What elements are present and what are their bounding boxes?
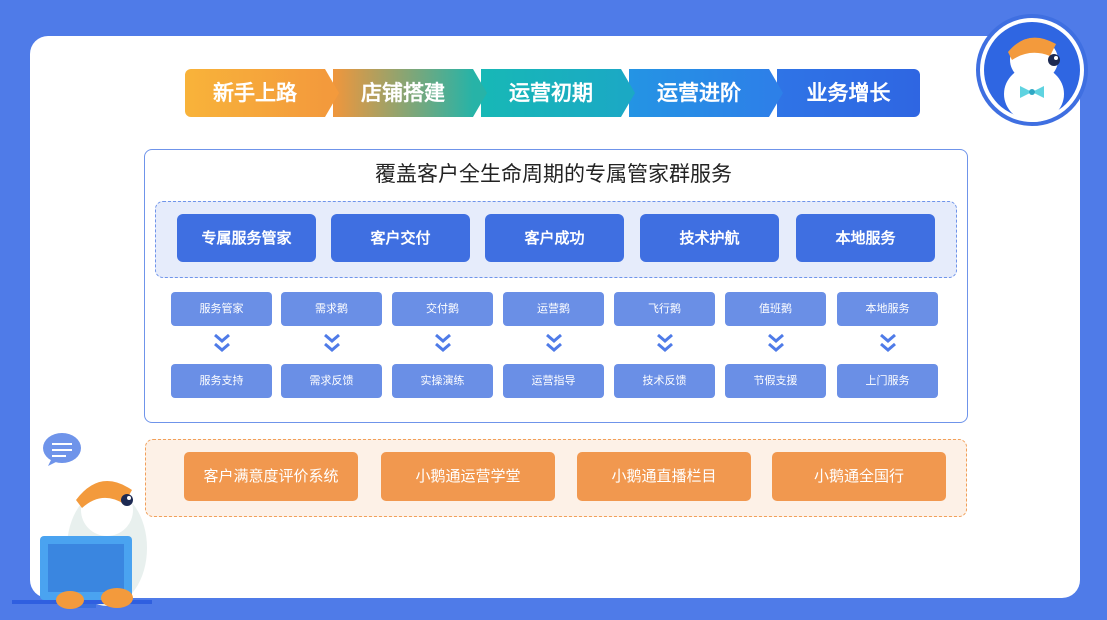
double-chevron-down-icon	[880, 333, 896, 352]
role-box: 交付鹅	[392, 292, 493, 326]
chevron-right-icon	[325, 69, 339, 117]
main-title: 覆盖客户全生命周期的专属管家群服务	[375, 162, 732, 186]
national-tour-box: 小鹅通全国行	[772, 452, 946, 501]
double-chevron-down-icon	[214, 333, 230, 352]
operations-academy-box: 小鹅通运营学堂	[381, 452, 555, 501]
role-box: 值班鹅	[725, 292, 826, 326]
role-box: 服务管家	[171, 292, 272, 326]
stage-2: 店铺搭建	[333, 69, 473, 117]
goose-mascot-icon	[976, 14, 1088, 126]
role-box: 本地服务	[837, 292, 938, 326]
double-chevron-down-icon	[546, 333, 562, 352]
service-tech-support: 技术护航	[640, 214, 779, 262]
service-delivery: 客户交付	[331, 214, 470, 262]
double-chevron-down-icon	[324, 333, 340, 352]
stage-1: 新手上路	[185, 69, 325, 117]
support-box: 实操演练	[392, 364, 493, 398]
stage-label: 新手上路	[213, 81, 297, 105]
support-box: 运营指导	[503, 364, 604, 398]
support-box: 节假支援	[725, 364, 826, 398]
role-box: 飞行鹅	[614, 292, 715, 326]
double-chevron-down-icon	[768, 333, 784, 352]
stage-label: 业务增长	[806, 81, 891, 105]
chevron-right-icon	[473, 69, 487, 117]
service-local: 本地服务	[796, 214, 935, 262]
stage-label: 店铺搭建	[361, 81, 445, 105]
support-box: 技术反馈	[614, 364, 715, 398]
service-success: 客户成功	[485, 214, 624, 262]
stage-label: 运营进阶	[657, 81, 741, 105]
stage-4: 运营进阶	[629, 69, 769, 117]
support-box: 上门服务	[837, 364, 938, 398]
role-box: 运营鹅	[503, 292, 604, 326]
stage-label: 运营初期	[509, 81, 593, 105]
support-box: 服务支持	[171, 364, 272, 398]
stage-flow: 新手上路 店铺搭建 运营初期 运营进阶 业务增长	[185, 69, 925, 117]
satisfaction-system-box: 客户满意度评价系统	[184, 452, 358, 501]
chevron-right-icon	[769, 69, 783, 117]
stage-5: 业务增长	[777, 69, 920, 117]
double-chevron-down-icon	[435, 333, 451, 352]
double-chevron-down-icon	[657, 333, 673, 352]
chevron-right-icon	[621, 69, 635, 117]
goose-computer-mascot-icon	[12, 433, 152, 609]
live-column-box: 小鹅通直播栏目	[577, 452, 751, 501]
role-box: 需求鹅	[281, 292, 382, 326]
support-box: 需求反馈	[281, 364, 382, 398]
stage-3: 运营初期	[481, 69, 621, 117]
service-dedicated-manager: 专属服务管家	[177, 214, 316, 262]
